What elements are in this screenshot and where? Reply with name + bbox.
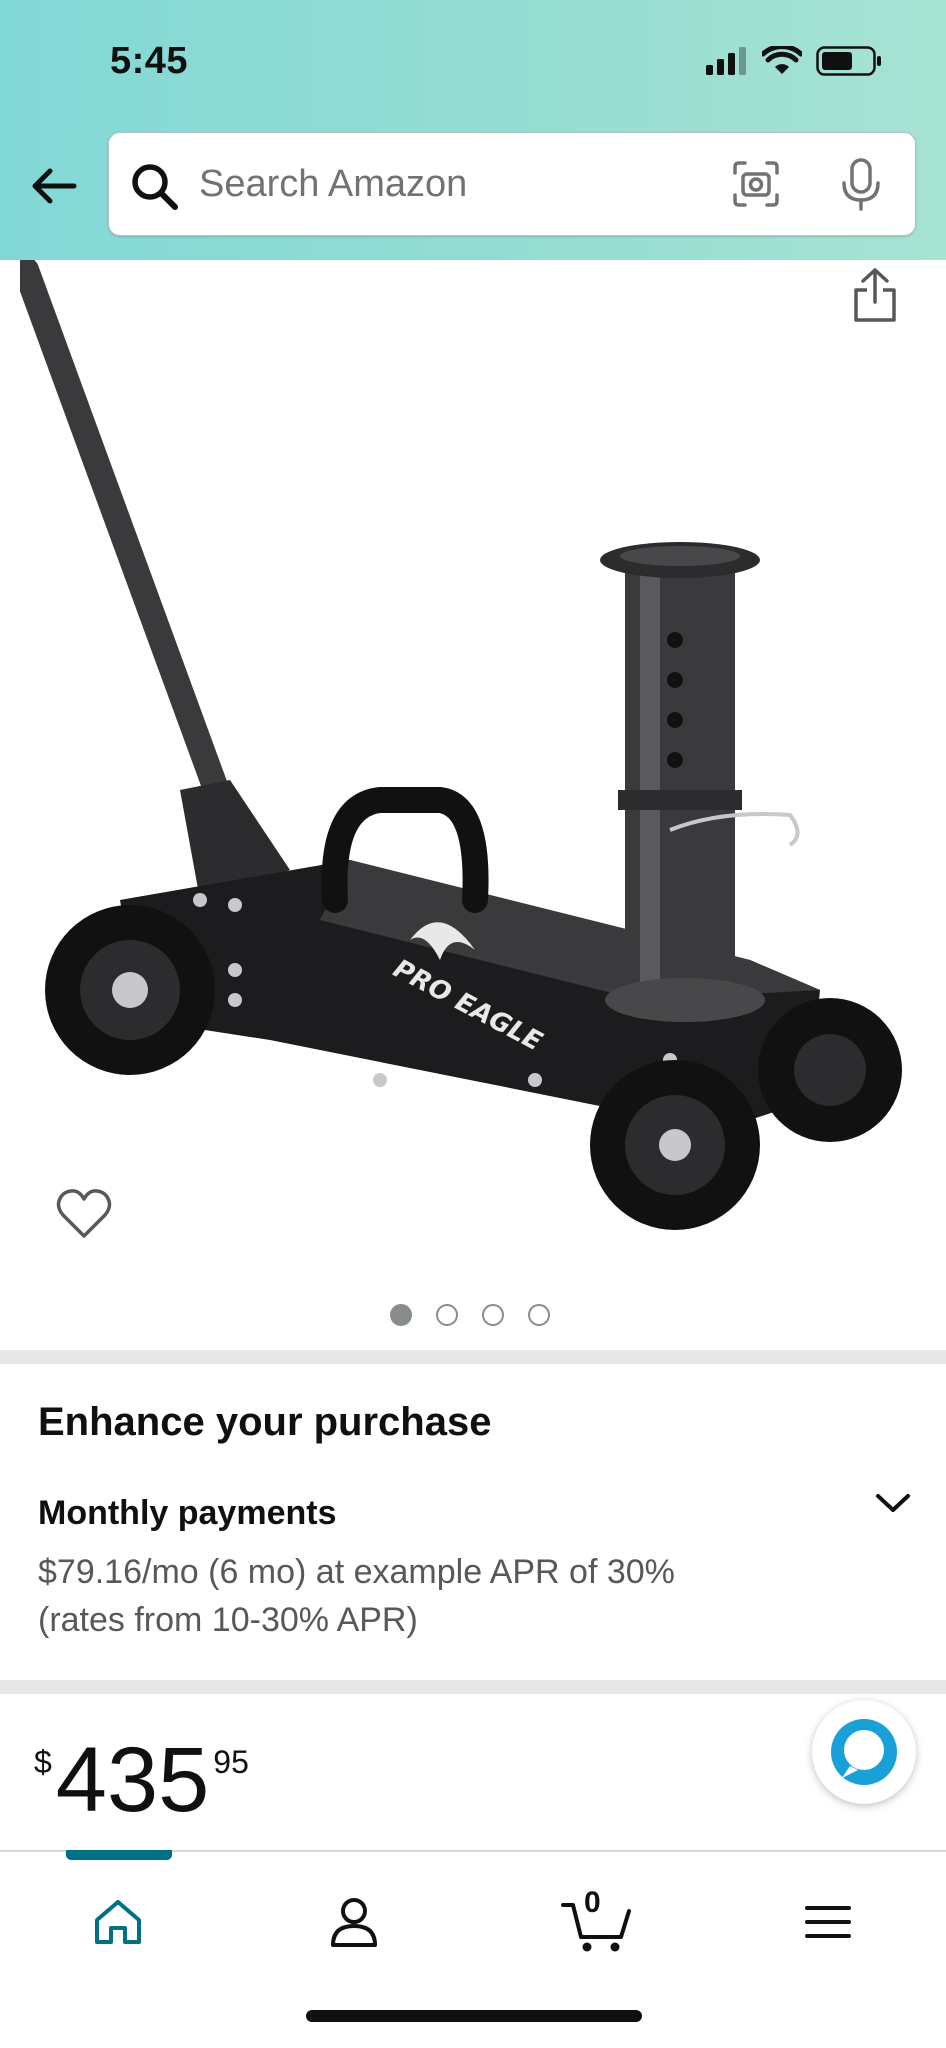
active-tab-indicator bbox=[66, 1850, 172, 1860]
nav-cart[interactable]: 0 bbox=[552, 1882, 642, 1962]
home-indicator bbox=[306, 2010, 642, 2022]
monthly-payments-line-2: (rates from 10-30% APR) bbox=[38, 1601, 418, 1639]
cart-count: 0 bbox=[584, 1886, 601, 1919]
app-header: 5:45 bbox=[0, 0, 946, 260]
monthly-payments-description: $79.16/mo (6 mo) at example APR of 30% (… bbox=[38, 1548, 818, 1644]
account-icon bbox=[331, 1898, 377, 1947]
price-fraction: 95 bbox=[213, 1744, 249, 1780]
image-dot-2[interactable] bbox=[436, 1304, 458, 1326]
monthly-payments-title[interactable]: Monthly payments bbox=[38, 1494, 336, 1533]
status-icons bbox=[706, 46, 882, 76]
wifi-icon bbox=[762, 46, 802, 74]
back-button[interactable] bbox=[28, 160, 80, 212]
battery-icon bbox=[816, 46, 881, 76]
image-pagination bbox=[390, 1304, 550, 1326]
chevron-down-icon[interactable] bbox=[874, 1488, 912, 1518]
enhance-title: Enhance your purchase bbox=[38, 1400, 492, 1444]
product-image[interactable]: PRO EAGLE bbox=[20, 260, 920, 1270]
image-dot-3[interactable] bbox=[482, 1304, 504, 1326]
mic-icon[interactable] bbox=[839, 157, 883, 213]
menu-icon bbox=[805, 1906, 851, 1938]
camera-icon[interactable] bbox=[731, 159, 781, 209]
image-dot-1[interactable] bbox=[390, 1304, 412, 1326]
search-input[interactable] bbox=[199, 151, 719, 217]
monthly-payments-line-1: $79.16/mo (6 mo) at example APR of 30% bbox=[38, 1553, 675, 1591]
alexa-icon bbox=[831, 1719, 897, 1785]
share-icon[interactable] bbox=[852, 266, 898, 324]
nav-menu[interactable] bbox=[788, 1882, 868, 1962]
status-time: 5:45 bbox=[110, 40, 189, 82]
product-price: $ 435 95 bbox=[34, 1730, 249, 1830]
product-gallery[interactable]: PRO EAGLE bbox=[0, 260, 946, 1350]
nav-home[interactable] bbox=[78, 1882, 158, 1962]
section-divider bbox=[0, 1350, 946, 1364]
alexa-button[interactable] bbox=[812, 1700, 916, 1804]
signal-icon bbox=[706, 47, 746, 75]
nav-account[interactable] bbox=[314, 1882, 394, 1962]
search-icon bbox=[132, 164, 178, 210]
section-divider bbox=[0, 1680, 946, 1694]
back-arrow-icon bbox=[32, 168, 77, 204]
search-bar[interactable] bbox=[108, 132, 916, 236]
home-icon bbox=[95, 1900, 141, 1944]
image-dot-4[interactable] bbox=[528, 1304, 550, 1326]
price-whole: 435 bbox=[55, 1729, 210, 1831]
heart-icon[interactable] bbox=[56, 1188, 112, 1240]
price-symbol: $ bbox=[34, 1744, 52, 1780]
